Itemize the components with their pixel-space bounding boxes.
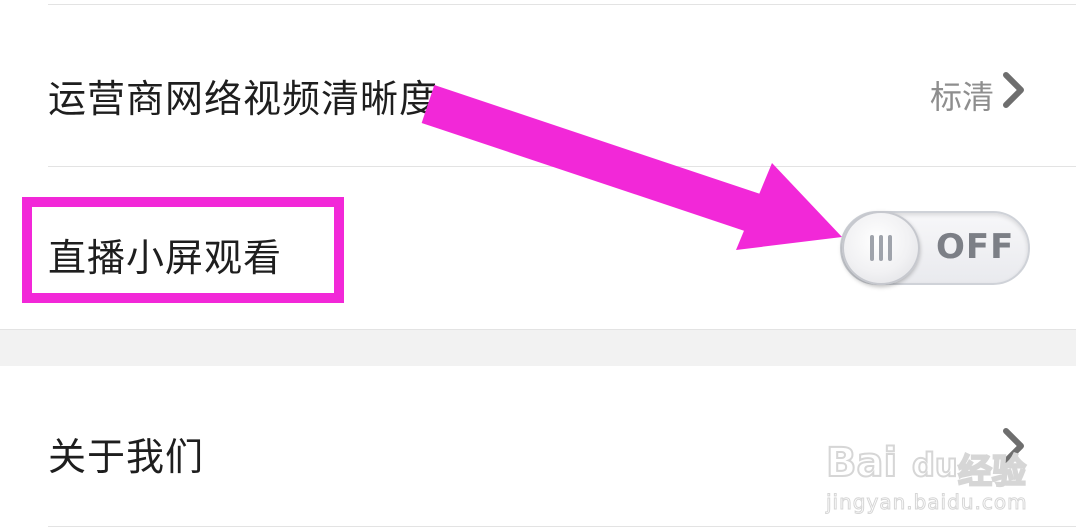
- watermark-url: jingyan.baidu.com: [826, 490, 1028, 515]
- watermark-suffix: 经验: [957, 451, 1027, 493]
- watermark-brand: Bai: [825, 439, 898, 487]
- baidu-watermark: Bai du 经验 jingyan.baidu.com: [822, 412, 1042, 522]
- watermark-brand-tail: du: [911, 445, 959, 485]
- settings-screen: 运营商网络视频清晰度 标清 直播小屏观看 OFF 关于我们 Bai du 经验 …: [0, 0, 1076, 532]
